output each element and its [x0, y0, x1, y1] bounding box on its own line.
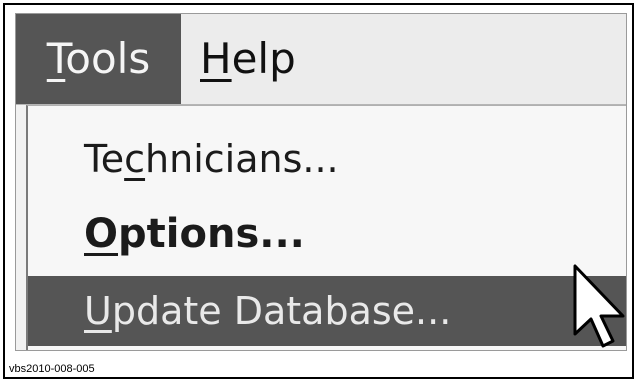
tools-dropdown: Technicians... Options... Update Databas… — [26, 105, 626, 350]
menu-help-label: elp — [231, 34, 296, 83]
menu-item-options[interactable]: Options... — [28, 199, 626, 269]
menu-help[interactable]: Help — [194, 14, 320, 104]
figure-caption: vbs2010-008-005 — [9, 363, 95, 375]
update-database-mnemonic: U — [84, 289, 112, 333]
figure-frame: Tools Help Technicians... Options... Upd… — [3, 3, 634, 379]
update-database-label: pdate Database... — [111, 289, 452, 333]
menu-tools[interactable]: Tools — [16, 14, 181, 104]
technicians-mnemonic: c — [124, 137, 146, 181]
menu-item-update-database[interactable]: Update Database... — [28, 276, 626, 346]
screenshot: Tools Help Technicians... Options... Upd… — [15, 13, 627, 351]
menu-help-mnemonic: H — [200, 34, 232, 83]
mouse-pointer-arrow-icon — [573, 264, 625, 348]
technicians-label-end: hnicians... — [145, 137, 339, 181]
technicians-label-start: Te — [84, 137, 125, 181]
menubar: Tools Help — [16, 14, 626, 105]
menu-item-technicians[interactable]: Technicians... — [28, 124, 626, 194]
menu-tools-label: ools — [65, 34, 151, 83]
menu-tools-mnemonic: T — [46, 34, 66, 83]
options-mnemonic: O — [84, 211, 119, 257]
options-label: ptions... — [118, 211, 305, 257]
